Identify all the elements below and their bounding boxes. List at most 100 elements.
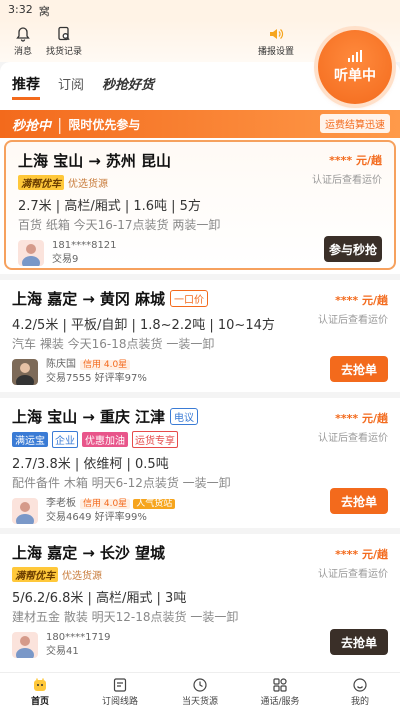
avatar [18, 240, 44, 266]
price-block: **** 元/趟 认证后查看运价 [318, 546, 388, 580]
price-text: **** 元/趟 [329, 154, 382, 167]
credit-badge: 信用 4.0星 [80, 499, 131, 509]
fixed-price-tag: 一口价 [170, 290, 209, 307]
cargo-card[interactable]: 上海 嘉定 → 黄冈 麻城 一口价 4.2/5米 | 平板/自卸 | 1.8~2… [0, 280, 400, 392]
price-block: **** 元/趟 认证后查看运价 [318, 410, 388, 444]
route-arrow: → [82, 407, 95, 426]
avatar [12, 359, 38, 385]
price-block: **** 元/趟 认证后查看运价 [312, 152, 382, 186]
status-extra: 窝 [38, 5, 50, 18]
nav-profile-label: 我的 [350, 697, 369, 707]
route-from: 上海 嘉定 [12, 290, 78, 308]
join-flash-button[interactable]: 参与秒抢 [324, 236, 382, 262]
nav-subscribe-label: 订阅线路 [101, 697, 138, 707]
shipper-name: 180****1719 [46, 632, 111, 643]
tag-badge: 企业 [52, 431, 78, 448]
route-from: 上海 宝山 [12, 408, 78, 426]
banner-title: 限时优先参与 [68, 117, 141, 132]
avatar [12, 498, 38, 524]
main-panel: 推荐 订阅 秒抢好货 秒抢中 | 限时优先参与 运费结算迅速 上海 宝山 → 苏… [0, 62, 400, 672]
grab-order-button[interactable]: 去抢单 [330, 356, 388, 382]
clock-icon [193, 678, 207, 692]
avatar [12, 632, 38, 658]
status-time: 3:32 [8, 3, 33, 16]
price-note: 认证后查看运价 [318, 433, 388, 444]
listen-label: 听单中 [334, 67, 376, 84]
nav-home-label: 首页 [30, 697, 49, 707]
price-note: 认证后查看运价 [318, 315, 388, 326]
shipper-stats: 交易9 [52, 254, 79, 265]
tab-subscribe[interactable]: 订阅 [58, 74, 84, 93]
route-arrow: → [88, 151, 101, 170]
shipper-stats: 交易7555 好评率97% [46, 373, 147, 384]
bottom-nav: 首页 订阅线路 当天货源 通话/服务 我的 [0, 672, 400, 711]
nav-home[interactable]: 首页 [0, 673, 80, 711]
popular-badge: 人气货站 [133, 499, 176, 509]
tag-badge: 满帮优车 [12, 567, 58, 582]
cargo-card[interactable]: 上海 嘉定 → 长沙 望城 满帮优车 优选货源 5/6.2/6.8米 | 高栏/… [0, 534, 400, 666]
flash-banner: 秒抢中 | 限时优先参与 运费结算迅速 [0, 110, 400, 138]
banner-badge: 运费结算迅速 [320, 114, 390, 133]
status-bar: 3:32 窝 [0, 0, 400, 20]
tab-bar: 推荐 订阅 秒抢好货 [12, 74, 154, 100]
tab-recommend[interactable]: 推荐 [12, 74, 40, 100]
messages-button[interactable]: 消息 [14, 26, 32, 57]
price-text: **** 元/趟 [335, 294, 388, 307]
nav-call-service[interactable]: 通话/服务 [240, 673, 320, 711]
route-arrow: → [82, 543, 95, 562]
vehicle-spec: 2.7/3.8米 | 依维柯 | 0.5吨 [12, 457, 169, 472]
cargo-card[interactable]: 上海 宝山 → 苏州 昆山 满帮优车 优选货源 2.7米 | 高栏/厢式 | 1… [4, 140, 396, 270]
nav-today-cargo[interactable]: 当天货源 [160, 673, 240, 711]
records-label: 找货记录 [46, 47, 83, 57]
bell-icon [16, 27, 30, 42]
tag-badge: 优惠加油 [82, 432, 128, 447]
tag-badge: 满运宝 [12, 432, 48, 447]
price-note: 认证后查看运价 [312, 175, 382, 186]
cargo-detail: 汽车 裸装 今天16-18点装货 一装一卸 [12, 337, 215, 351]
shipper-name: 李老板 [46, 498, 76, 509]
route-to: 黄冈 麻城 [99, 290, 166, 308]
route-arrow: → [82, 289, 95, 308]
tag-badge: 运货专享 [132, 431, 178, 448]
shipper-name: 陈庆国 [46, 359, 76, 370]
route-from: 上海 嘉定 [12, 544, 78, 562]
vehicle-spec: 2.7米 | 高栏/厢式 | 1.6吨 | 5方 [18, 199, 201, 214]
nav-today-label: 当天货源 [181, 697, 218, 707]
tag-text: 优选货源 [62, 571, 102, 582]
shipper-stats: 交易4649 好评率99% [46, 512, 147, 523]
tab-flash-goods[interactable]: 秒抢好货 [102, 74, 154, 93]
messages-label: 消息 [14, 47, 33, 57]
route-from: 上海 宝山 [18, 152, 84, 170]
listen-orders-button[interactable]: 听单中 [318, 30, 392, 104]
shipper-stats: 交易41 [46, 646, 79, 657]
search-records-button[interactable]: 找货记录 [46, 26, 82, 57]
tag-badge: 满帮优车 [18, 175, 64, 190]
credit-badge: 信用 4.0星 [80, 360, 131, 370]
grab-order-button[interactable]: 去抢单 [330, 488, 388, 514]
smile-icon [353, 678, 367, 692]
grid-icon [273, 678, 287, 692]
price-note: 认证后查看运价 [318, 569, 388, 580]
price-text: **** 元/趟 [335, 412, 388, 425]
list-icon [113, 678, 127, 692]
grab-order-button[interactable]: 去抢单 [330, 629, 388, 655]
route-to: 长沙 望城 [99, 544, 166, 562]
route-to: 苏州 昆山 [105, 152, 172, 170]
shipper-name: 181****8121 [52, 240, 117, 251]
cargo-detail: 建材五金 散装 明天12-18点装货 一装一卸 [12, 610, 239, 624]
price-text: **** 元/趟 [335, 548, 388, 561]
nav-profile[interactable]: 我的 [320, 673, 400, 711]
negotiable-tag: 电议 [170, 408, 199, 425]
banner-brand: 秒抢中 [12, 118, 52, 134]
signal-bars-icon [348, 49, 362, 62]
broadcast-settings-button[interactable]: 播报设置 [258, 26, 294, 57]
document-search-icon [58, 26, 70, 41]
cargo-detail: 百货 纸箱 今天16-17点装货 两装一卸 [18, 218, 221, 232]
nav-call-label: 通话/服务 [260, 697, 300, 707]
cargo-card[interactable]: 上海 宝山 → 重庆 江津 电议 满运宝 企业 优惠加油 运货专享 2.7/3.… [0, 398, 400, 526]
nav-subscribe-routes[interactable]: 订阅线路 [80, 673, 160, 711]
broadcast-label: 播报设置 [258, 47, 295, 57]
route-to: 重庆 江津 [99, 408, 166, 426]
speaker-icon [270, 29, 284, 39]
tag-text: 优选货源 [68, 179, 108, 190]
